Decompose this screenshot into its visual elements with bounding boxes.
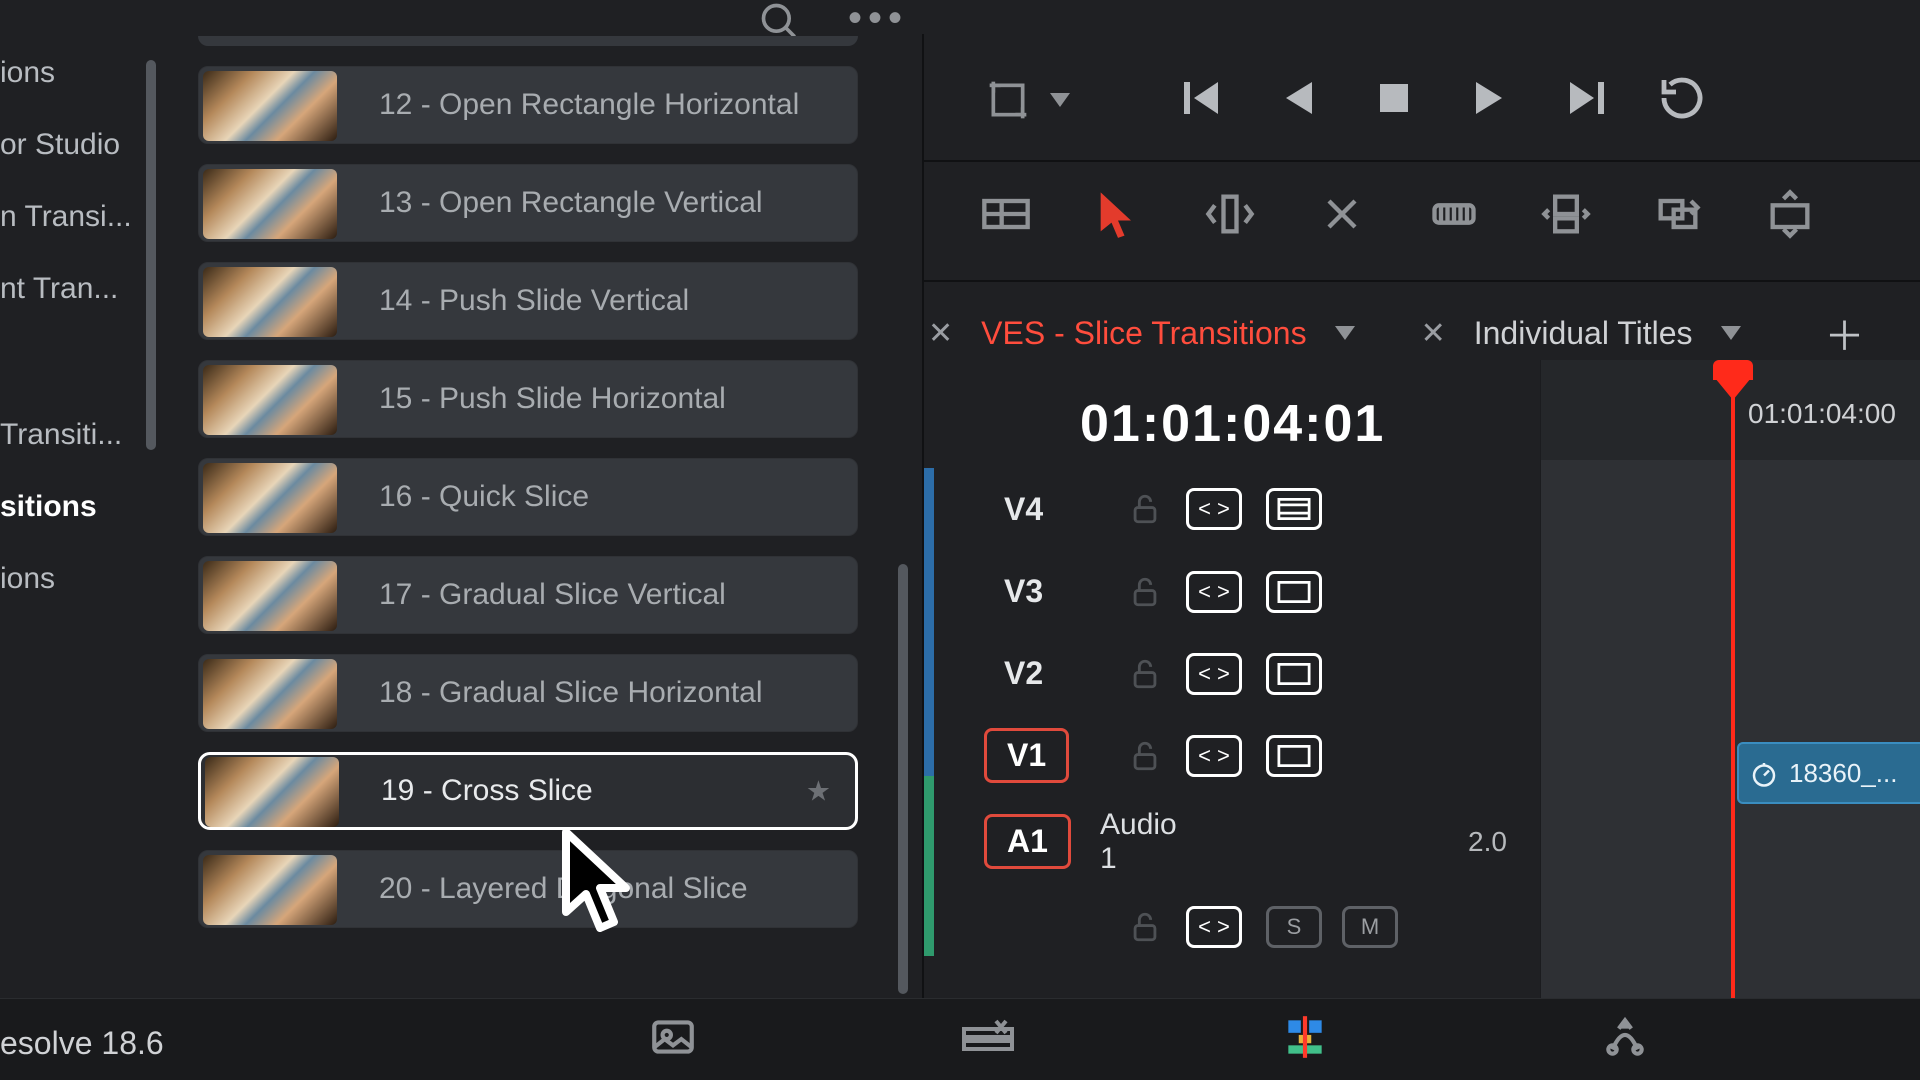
cut-page-icon[interactable] <box>960 1012 1016 1062</box>
more-icon[interactable]: ••• <box>848 0 908 41</box>
auto-select-button[interactable]: < > <box>1186 906 1242 948</box>
chevron-down-icon[interactable] <box>1335 326 1355 340</box>
audio-tracks-stripe <box>924 776 934 956</box>
auto-select-button[interactable]: < > <box>1186 735 1242 777</box>
clip-name: 18360_... <box>1789 758 1897 789</box>
play-reverse-icon[interactable] <box>1274 74 1322 122</box>
transition-label: 16 - Quick Slice <box>379 459 589 535</box>
tab-close-icon[interactable]: ✕ <box>1421 316 1446 351</box>
transition-thumb <box>203 267 337 337</box>
sidebar-item[interactable]: Transiti... <box>0 418 122 452</box>
auto-select-button[interactable]: < > <box>1186 653 1242 695</box>
transition-row[interactable]: 12 - Open Rectangle Horizontal <box>198 66 858 144</box>
solo-button[interactable]: S <box>1266 906 1322 948</box>
media-page-icon[interactable] <box>648 1012 698 1062</box>
lock-icon[interactable] <box>1128 575 1162 609</box>
selection-tool-icon[interactable] <box>1092 188 1144 240</box>
track-enable-button[interactable] <box>1266 571 1322 613</box>
dynamic-trim-icon[interactable] <box>1316 188 1368 240</box>
track-name[interactable]: V3 <box>1004 573 1043 610</box>
sidebar-item[interactable]: nt Tran... <box>0 272 118 306</box>
edit-page-icon[interactable] <box>1280 1012 1330 1062</box>
video-tracks-stripe <box>924 468 934 776</box>
app-version: esolve 18.6 <box>0 1025 164 1062</box>
skip-start-icon[interactable] <box>1178 74 1226 122</box>
favorite-star-icon[interactable]: ★ <box>806 775 831 808</box>
transition-row[interactable]: 15 - Push Slide Horizontal <box>198 360 858 438</box>
play-icon[interactable] <box>1466 74 1514 122</box>
transition-label: 17 - Gradual Slice Vertical <box>379 557 726 633</box>
lock-icon[interactable] <box>1128 910 1162 944</box>
page-nav: esolve 18.6 <box>0 998 1920 1080</box>
lock-icon[interactable] <box>1128 657 1162 691</box>
transition-row[interactable]: 17 - Gradual Slice Vertical <box>198 556 858 634</box>
chevron-down-icon[interactable] <box>1721 326 1741 340</box>
skip-end-icon[interactable] <box>1562 74 1610 122</box>
sidebar-item[interactable]: ions <box>0 56 55 90</box>
timeline-clip[interactable]: 18360_... <box>1737 742 1920 804</box>
tab-inactive[interactable]: Individual Titles <box>1474 315 1693 352</box>
transition-row-selected[interactable]: 19 - Cross Slice ★ <box>198 752 858 830</box>
loop-icon[interactable] <box>1658 74 1706 122</box>
transition-thumb <box>203 855 337 925</box>
sidebar-scrollbar[interactable] <box>146 60 156 450</box>
auto-select-button[interactable]: < > <box>1186 571 1242 613</box>
sidebar-item[interactable]: ions <box>0 562 55 596</box>
track-enable-button[interactable] <box>1266 488 1322 530</box>
transition-thumb <box>203 659 337 729</box>
playhead[interactable] <box>1731 360 1735 1000</box>
timecode-display[interactable]: 01:01:04:01 <box>1080 394 1385 454</box>
audio-channels: 2.0 <box>1468 826 1507 858</box>
transition-label: 13 - Open Rectangle Vertical <box>379 165 763 241</box>
transition-thumb <box>203 71 337 141</box>
transition-row-cut[interactable] <box>198 36 858 46</box>
transition-row[interactable]: 13 - Open Rectangle Vertical <box>198 164 858 242</box>
trim-tool-icon[interactable] <box>1204 188 1256 240</box>
fusion-page-icon[interactable] <box>1600 1012 1650 1062</box>
audio-track-label: Audio 1 <box>1100 808 1177 876</box>
transition-thumb <box>205 757 339 827</box>
sidebar-item[interactable]: or Studio <box>0 128 120 162</box>
track-enable-button[interactable] <box>1266 735 1322 777</box>
mute-button[interactable]: M <box>1342 906 1398 948</box>
replace-clip-icon[interactable] <box>1764 188 1816 240</box>
list-scrollbar[interactable] <box>898 564 908 994</box>
transition-label: 19 - Cross Slice <box>381 755 593 827</box>
tab-active[interactable]: VES - Slice Transitions <box>981 315 1306 352</box>
transition-row[interactable]: 16 - Quick Slice <box>198 458 858 536</box>
track-name-destination[interactable]: A1 <box>984 814 1071 869</box>
blade-tool-icon[interactable] <box>1428 188 1480 240</box>
transition-label: 18 - Gradual Slice Horizontal <box>379 655 763 731</box>
lock-icon[interactable] <box>1128 739 1162 773</box>
sidebar-item-selected[interactable]: sitions <box>0 490 97 524</box>
transition-thumb <box>203 365 337 435</box>
transition-label: 15 - Push Slide Horizontal <box>379 361 726 437</box>
transition-thumb <box>203 463 337 533</box>
insert-clip-icon[interactable] <box>1540 188 1592 240</box>
sidebar-item[interactable]: n Transi... <box>0 200 132 234</box>
transition-label: 14 - Push Slide Vertical <box>379 263 689 339</box>
timeline-body[interactable]: 18360_... <box>1540 360 1920 1000</box>
transition-row[interactable]: 20 - Layered Diagonal Slice <box>198 850 858 928</box>
track-name[interactable]: V4 <box>1004 491 1043 528</box>
timeline-view-icon[interactable] <box>980 188 1032 240</box>
transition-thumb <box>203 169 337 239</box>
transition-thumb <box>203 561 337 631</box>
tab-add-icon[interactable]: ＋ <box>1825 304 1865 362</box>
track-name[interactable]: V2 <box>1004 655 1043 692</box>
auto-select-button[interactable]: < > <box>1186 488 1242 530</box>
speed-icon <box>1749 758 1779 788</box>
overwrite-clip-icon[interactable] <box>1652 188 1704 240</box>
track-name-destination[interactable]: V1 <box>984 728 1069 783</box>
ruler-timecode: 01:01:04:00 <box>1748 398 1896 430</box>
track-enable-button[interactable] <box>1266 653 1322 695</box>
transition-label: 20 - Layered Diagonal Slice <box>379 851 748 927</box>
stop-icon[interactable] <box>1370 74 1418 122</box>
tab-close-icon[interactable]: ✕ <box>928 316 953 351</box>
transition-row[interactable]: 18 - Gradual Slice Horizontal <box>198 654 858 732</box>
transition-label: 12 - Open Rectangle Horizontal <box>379 67 799 143</box>
transition-row[interactable]: 14 - Push Slide Vertical <box>198 262 858 340</box>
lock-icon[interactable] <box>1128 492 1162 526</box>
